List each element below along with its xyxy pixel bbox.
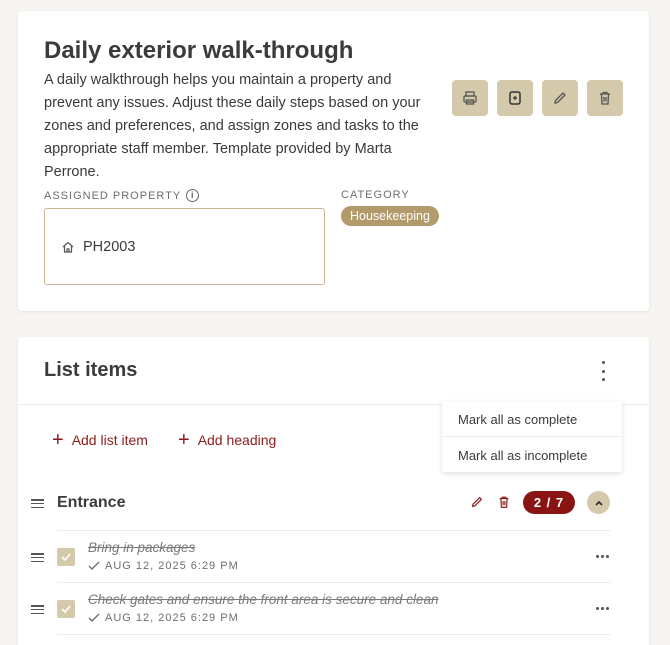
section-title: Entrance bbox=[57, 494, 126, 511]
duplicate-button[interactable] bbox=[497, 80, 533, 116]
item-completed-timestamp: AUG 12, 2025 6:29 PM bbox=[105, 560, 239, 572]
category-label: CATEGORY bbox=[341, 189, 410, 201]
edit-button[interactable] bbox=[542, 80, 578, 116]
plus-icon: + bbox=[52, 429, 64, 451]
divider bbox=[57, 582, 610, 583]
assigned-property-label: ASSIGNED PROPERTY i bbox=[44, 189, 200, 202]
section-progress-badge: 2 / 7 bbox=[523, 491, 575, 514]
template-details-card: Daily exterior walk-through A daily walk… bbox=[18, 11, 649, 311]
check-icon bbox=[61, 605, 71, 614]
trash-icon bbox=[600, 91, 610, 105]
assigned-property-label-text: ASSIGNED PROPERTY bbox=[44, 189, 182, 202]
item-text[interactable]: Bring in packages bbox=[88, 540, 195, 555]
item-completed-timestamp: AUG 12, 2025 6:29 PM bbox=[105, 612, 239, 624]
delete-button[interactable] bbox=[587, 80, 623, 116]
item-checkbox[interactable] bbox=[57, 548, 75, 566]
chevron-up-icon bbox=[594, 500, 603, 506]
template-description: A daily walkthrough helps you maintain a… bbox=[44, 72, 421, 180]
edit-icon[interactable] bbox=[470, 495, 484, 509]
divider bbox=[57, 634, 610, 635]
copy-icon bbox=[509, 91, 521, 105]
item-more-button[interactable] bbox=[596, 555, 609, 558]
assigned-property-value: PH2003 bbox=[83, 238, 136, 255]
item-checkbox[interactable] bbox=[57, 600, 75, 618]
add-list-item-button[interactable]: + Add list item bbox=[52, 429, 148, 451]
mark-all-incomplete-item[interactable]: Mark all as incomplete bbox=[458, 448, 587, 463]
plus-icon: + bbox=[178, 429, 190, 451]
collapse-section-button[interactable] bbox=[587, 491, 610, 514]
mark-all-complete-item[interactable]: Mark all as complete bbox=[458, 412, 577, 427]
edit-icon bbox=[554, 92, 566, 104]
trash-icon[interactable] bbox=[497, 495, 511, 509]
check-icon bbox=[61, 553, 71, 562]
list-title: List items bbox=[44, 359, 138, 381]
item-more-button[interactable] bbox=[596, 607, 609, 610]
assigned-property-field[interactable]: PH2003 bbox=[44, 208, 325, 285]
divider bbox=[442, 436, 622, 437]
check-icon bbox=[88, 561, 100, 570]
page-title: Daily exterior walk-through bbox=[44, 37, 354, 64]
item-completed-meta: AUG 12, 2025 6:29 PM bbox=[88, 560, 239, 572]
item-completed-meta: AUG 12, 2025 6:29 PM bbox=[88, 612, 239, 624]
divider bbox=[57, 530, 610, 531]
home-icon bbox=[62, 241, 74, 253]
print-icon bbox=[463, 91, 477, 105]
check-icon bbox=[88, 613, 100, 622]
drag-handle-icon[interactable] bbox=[31, 605, 44, 614]
item-text[interactable]: Check gates and ensure the front area is… bbox=[88, 592, 438, 607]
info-icon[interactable]: i bbox=[186, 189, 200, 202]
add-list-item-label: Add list item bbox=[71, 432, 148, 448]
list-items-card: List items + Add list item + Add heading… bbox=[18, 337, 649, 645]
drag-handle-icon[interactable] bbox=[31, 499, 44, 508]
print-button[interactable] bbox=[452, 80, 488, 116]
add-heading-button[interactable]: + Add heading bbox=[178, 429, 277, 451]
drag-handle-icon[interactable] bbox=[31, 553, 44, 562]
add-heading-label: Add heading bbox=[197, 432, 277, 448]
list-more-menu-button[interactable] bbox=[596, 361, 610, 381]
list-actions-dropdown: Mark all as complete Mark all as incompl… bbox=[442, 401, 622, 472]
category-badge: Housekeeping bbox=[341, 206, 439, 226]
